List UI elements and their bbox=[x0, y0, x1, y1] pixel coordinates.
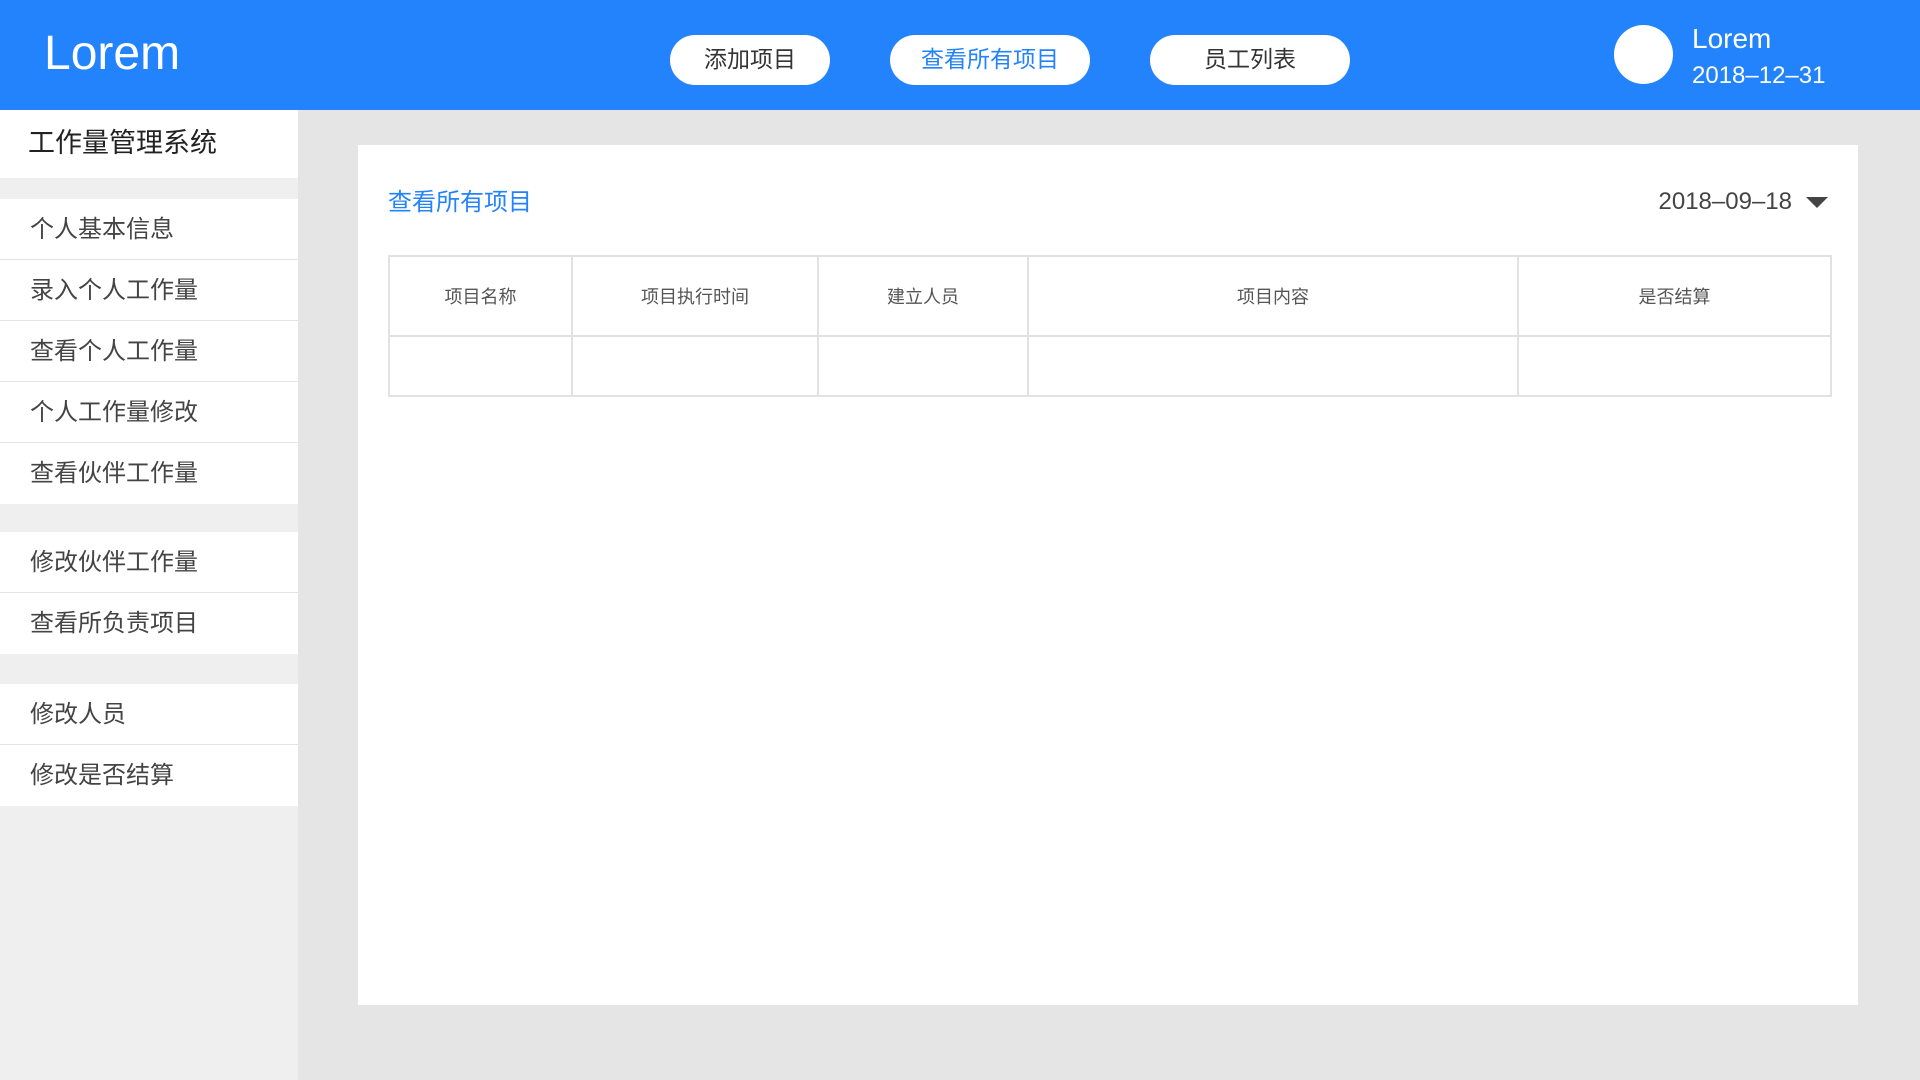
sidebar-item-view-responsible-projects[interactable]: 查看所负责项目 bbox=[0, 593, 298, 654]
main-panel: 查看所有项目 2018–09–18 项目名称 项目执行时间 建立人员 项目内容 … bbox=[358, 145, 1858, 1005]
table-cell bbox=[1517, 335, 1832, 397]
date-filter-select[interactable]: 2018–09–18 bbox=[1659, 185, 1828, 219]
table-header-row: 项目名称 项目执行时间 建立人员 项目内容 是否结算 bbox=[388, 255, 1832, 337]
table-cell bbox=[1027, 335, 1519, 397]
sidebar-group-admin: 修改人员 修改是否结算 bbox=[0, 684, 298, 806]
top-header: Lorem 添加项目 查看所有项目 员工列表 Lorem 2018–12–31 bbox=[0, 0, 1920, 110]
user-name: Lorem bbox=[1692, 23, 1772, 54]
date-filter-value: 2018–09–18 bbox=[1658, 188, 1792, 215]
column-header-settled[interactable]: 是否结算 bbox=[1517, 255, 1832, 337]
sidebar-item-personal-info[interactable]: 个人基本信息 bbox=[0, 199, 298, 260]
user-date: 2018–12–31 bbox=[1692, 62, 1826, 89]
column-header-creator[interactable]: 建立人员 bbox=[817, 255, 1029, 337]
sidebar-item-enter-workload[interactable]: 录入个人工作量 bbox=[0, 260, 298, 321]
table-cell bbox=[817, 335, 1029, 397]
avatar[interactable] bbox=[1614, 25, 1673, 84]
view-all-projects-button[interactable]: 查看所有项目 bbox=[890, 35, 1090, 85]
sidebar-item-edit-partner-workload[interactable]: 修改伙伴工作量 bbox=[0, 532, 298, 593]
page-title: 查看所有项目 bbox=[388, 188, 532, 216]
sidebar-item-view-partner-workload[interactable]: 查看伙伴工作量 bbox=[0, 443, 298, 504]
app-logo: Lorem bbox=[44, 27, 181, 80]
sidebar-title: 工作量管理系统 bbox=[0, 110, 298, 178]
column-header-execution-time[interactable]: 项目执行时间 bbox=[571, 255, 819, 337]
staff-list-button[interactable]: 员工列表 bbox=[1150, 35, 1350, 85]
add-project-button[interactable]: 添加项目 bbox=[670, 35, 830, 85]
sidebar-item-edit-staff[interactable]: 修改人员 bbox=[0, 684, 298, 745]
sidebar-group-manager: 修改伙伴工作量 查看所负责项目 bbox=[0, 532, 298, 654]
sidebar: 工作量管理系统 个人基本信息 录入个人工作量 查看个人工作量 个人工作量修改 查… bbox=[0, 110, 298, 1080]
caret-down-icon bbox=[1806, 196, 1828, 208]
table-cell bbox=[388, 335, 573, 397]
sidebar-item-edit-settlement[interactable]: 修改是否结算 bbox=[0, 745, 298, 806]
sidebar-item-view-workload[interactable]: 查看个人工作量 bbox=[0, 321, 298, 382]
sidebar-item-edit-workload[interactable]: 个人工作量修改 bbox=[0, 382, 298, 443]
column-header-content[interactable]: 项目内容 bbox=[1027, 255, 1519, 337]
projects-table: 项目名称 项目执行时间 建立人员 项目内容 是否结算 bbox=[388, 255, 1832, 397]
table-row[interactable] bbox=[388, 335, 1832, 397]
column-header-project-name[interactable]: 项目名称 bbox=[388, 255, 573, 337]
table-cell bbox=[571, 335, 819, 397]
sidebar-group-personal: 个人基本信息 录入个人工作量 查看个人工作量 个人工作量修改 查看伙伴工作量 bbox=[0, 199, 298, 504]
